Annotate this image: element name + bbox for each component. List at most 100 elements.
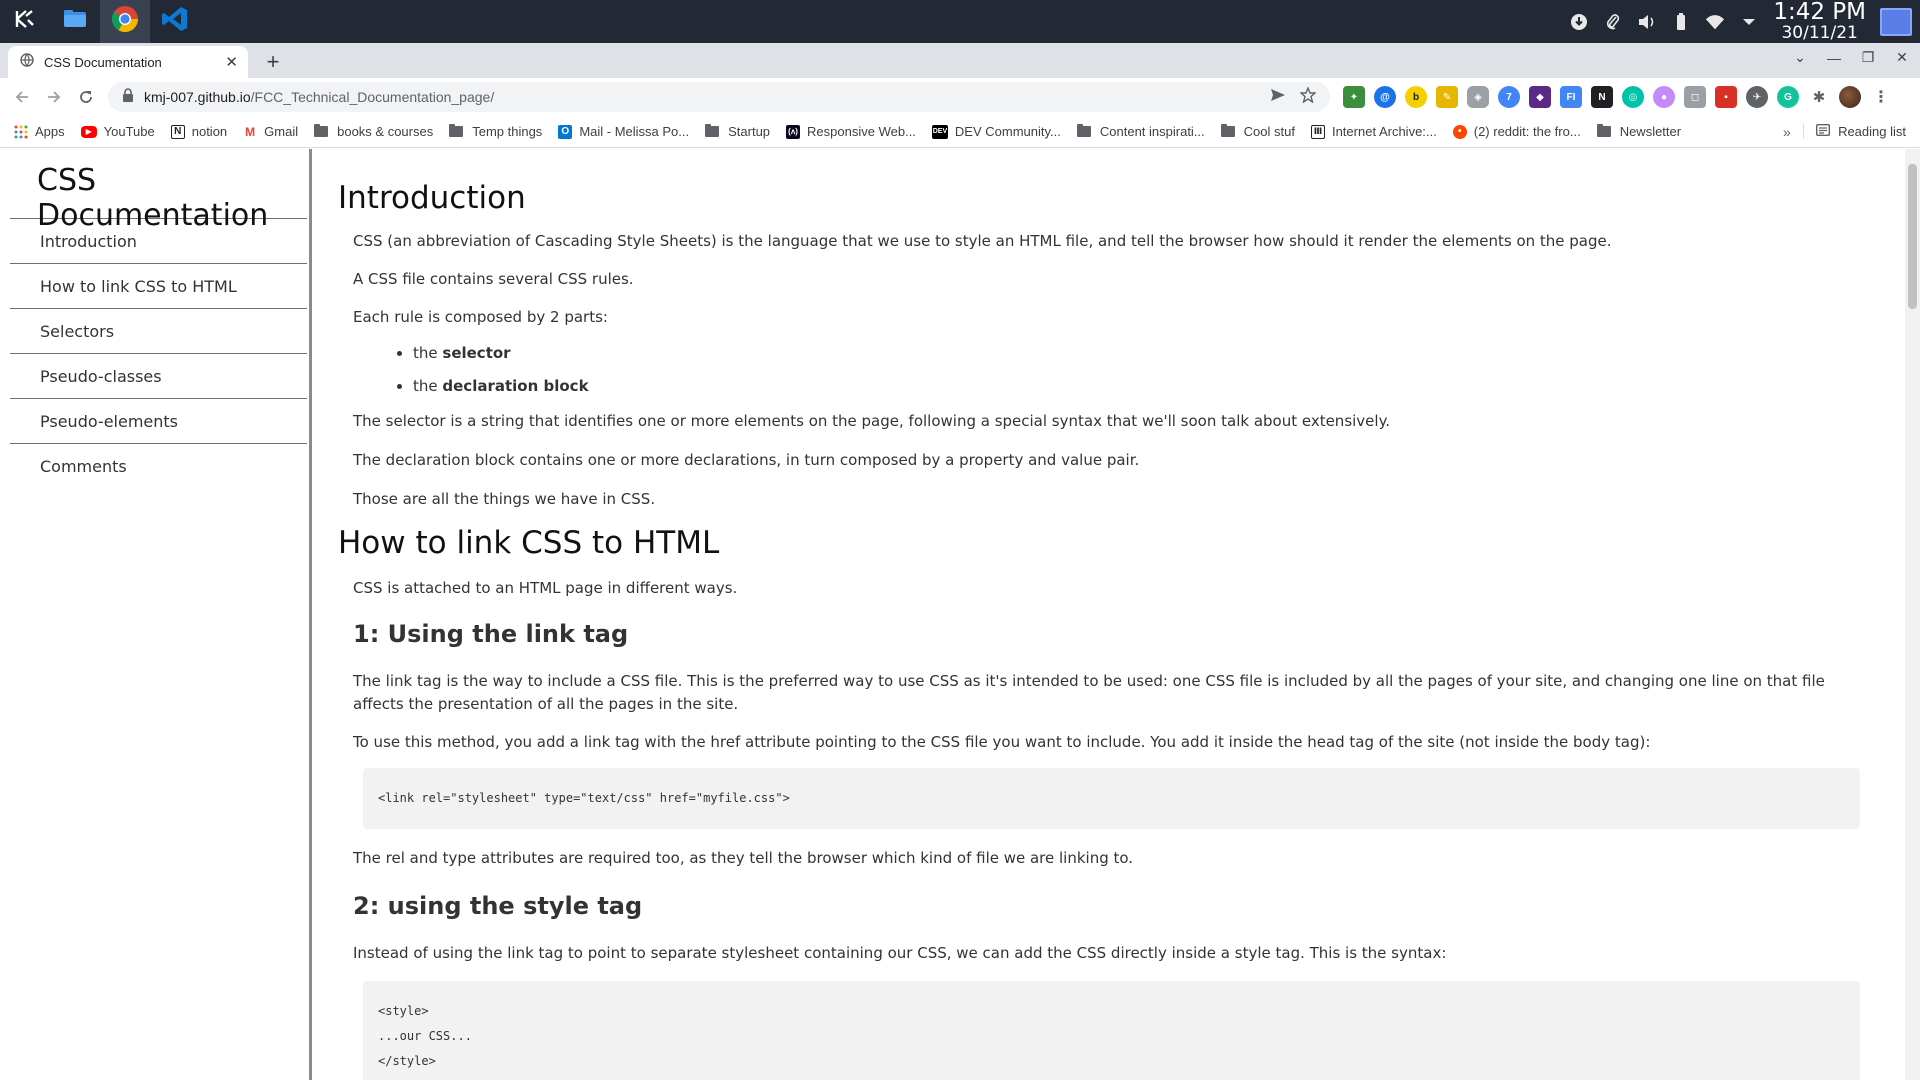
- address-bar[interactable]: kmj-007.github.io/FCC_Technical_Document…: [108, 82, 1330, 112]
- nav-sidebar: CSS Documentation Introduction How to li…: [0, 149, 312, 1080]
- bookmark-folder-cool[interactable]: Cool stuf: [1220, 124, 1295, 139]
- clock[interactable]: 1:42 PM 30/11/21: [1773, 1, 1866, 42]
- bookmark-reddit[interactable]: • (2) reddit: the fro...: [1452, 124, 1581, 139]
- reddit-icon: •: [1452, 124, 1467, 139]
- subsection-heading: 1: Using the link tag: [353, 620, 629, 648]
- bookmark-folder-newsletter[interactable]: Newsletter: [1596, 124, 1681, 139]
- globe-icon: [20, 52, 34, 72]
- menu-kebab-icon[interactable]: ⋮: [1870, 86, 1892, 108]
- kde-launcher-button[interactable]: [0, 0, 50, 43]
- new-tab-button[interactable]: +: [260, 49, 286, 75]
- bookmark-star-icon[interactable]: [1299, 86, 1317, 107]
- lock-icon[interactable]: [122, 87, 134, 107]
- file-manager-icon: [63, 9, 87, 34]
- notion-extension-icon[interactable]: N: [1591, 86, 1613, 108]
- profile-avatar[interactable]: [1839, 86, 1861, 108]
- nav-link-comments[interactable]: Comments: [10, 444, 307, 489]
- code-block: <link rel="stylesheet" type="text/css" h…: [363, 768, 1860, 829]
- bookmark-folder-temp[interactable]: Temp things: [449, 124, 542, 139]
- section-heading: How to link CSS to HTML: [338, 525, 720, 561]
- section-how-to-link: How to link CSS to HTML CSS is attached …: [338, 525, 1898, 1080]
- browser-tabstrip: CSS Documentation ✕ + ⌄ — ❐ ✕: [0, 43, 1920, 78]
- extension-fi-icon[interactable]: FI: [1560, 86, 1582, 108]
- section-introduction: Introduction CSS (an abbreviation of Cas…: [338, 180, 1898, 511]
- wifi-icon[interactable]: [1705, 12, 1725, 32]
- extension-teal-icon[interactable]: ◎: [1622, 86, 1644, 108]
- bookmark-apps[interactable]: Apps: [14, 124, 65, 139]
- send-icon[interactable]: [1270, 88, 1286, 106]
- puzzle-icon[interactable]: ✱: [1808, 86, 1830, 108]
- list-item: the declaration block: [413, 377, 1898, 395]
- restore-icon[interactable]: ❐: [1860, 49, 1876, 66]
- tab-css-documentation[interactable]: CSS Documentation ✕: [8, 46, 248, 78]
- vscode-taskbar-button[interactable]: [150, 0, 200, 43]
- battery-icon[interactable]: [1671, 12, 1691, 32]
- extension-gray-icon[interactable]: ◻: [1684, 86, 1706, 108]
- tab-title: CSS Documentation: [44, 54, 162, 70]
- extension-pen-icon[interactable]: ✎: [1436, 86, 1458, 108]
- nav-link-how-to-link[interactable]: How to link CSS to HTML: [10, 264, 307, 309]
- youtube-icon: ▶: [80, 125, 97, 138]
- bookmark-folder-startup[interactable]: Startup: [705, 124, 770, 139]
- nav-link-pseudo-classes[interactable]: Pseudo-classes: [10, 354, 307, 399]
- bookmark-fcc[interactable]: (ʌ) Responsive Web...: [786, 124, 916, 139]
- reading-list-button[interactable]: Reading list: [1803, 123, 1906, 139]
- bookmark-archive[interactable]: Ⅲ Internet Archive:...: [1310, 124, 1437, 139]
- close-tab-icon[interactable]: ✕: [225, 53, 238, 71]
- tray-expand-icon[interactable]: [1739, 12, 1759, 32]
- nav-link-pseudo-elements[interactable]: Pseudo-elements: [10, 399, 307, 444]
- tab-search-icon[interactable]: ⌄: [1792, 49, 1808, 66]
- volume-icon[interactable]: [1637, 12, 1657, 32]
- system-tray: 1:42 PM 30/11/21: [1569, 0, 1920, 43]
- extension-blue-circle-icon[interactable]: @: [1374, 86, 1396, 108]
- file-manager-button[interactable]: [50, 0, 100, 43]
- minimize-icon[interactable]: —: [1826, 50, 1842, 66]
- clock-time: 1:42 PM: [1773, 0, 1866, 25]
- bookmarks-overflow-button[interactable]: »: [1783, 124, 1791, 140]
- extension-green-icon[interactable]: ✦: [1343, 86, 1365, 108]
- folder-icon: [314, 124, 329, 137]
- paragraph: Each rule is composed by 2 parts:: [353, 308, 608, 326]
- forward-button[interactable]: [38, 81, 70, 113]
- bookmark-folder-books[interactable]: books & courses: [314, 124, 433, 139]
- extension-yellow-icon[interactable]: b: [1405, 86, 1427, 108]
- shield-icon[interactable]: ◈: [1467, 86, 1489, 108]
- back-button[interactable]: [6, 81, 38, 113]
- reload-button[interactable]: [70, 81, 102, 113]
- extension-bird-icon[interactable]: ✈: [1746, 86, 1768, 108]
- arrow-left-icon: [15, 91, 28, 103]
- extension-lilac-icon[interactable]: ●: [1653, 86, 1675, 108]
- subsection-heading: 2: using the style tag: [353, 892, 643, 920]
- extension-purple-icon[interactable]: ◆: [1529, 86, 1551, 108]
- page-scrollbar[interactable]: [1905, 149, 1920, 1080]
- folder-icon: [705, 124, 720, 137]
- fcc-icon: (ʌ): [786, 124, 801, 139]
- bookmark-notion[interactable]: Nnotion: [170, 124, 227, 139]
- paperclip-icon[interactable]: [1603, 12, 1623, 32]
- reload-icon: [80, 91, 92, 103]
- extension-red-icon[interactable]: ▪: [1715, 86, 1737, 108]
- paragraph: The rel and type attributes are required…: [353, 849, 1134, 867]
- bookmark-folder-content[interactable]: Content inspirati...: [1076, 124, 1205, 139]
- folder-icon: [449, 124, 464, 137]
- show-desktop-button[interactable]: [1880, 7, 1912, 36]
- paragraph: To use this method, you add a link tag w…: [353, 733, 1651, 751]
- list-item: the selector: [413, 344, 1898, 362]
- grammarly-icon[interactable]: G: [1777, 86, 1799, 108]
- close-window-icon[interactable]: ✕: [1894, 49, 1910, 66]
- paragraph: CSS (an abbreviation of Cascading Style …: [353, 232, 1612, 250]
- extension-timer-icon[interactable]: 7: [1498, 86, 1520, 108]
- nav-link-selectors[interactable]: Selectors: [10, 309, 307, 354]
- bookmark-dev[interactable]: DEV DEV Community...: [931, 124, 1061, 139]
- bookmark-mail[interactable]: O Mail - Melissa Po...: [558, 124, 689, 139]
- nav-title: CSS Documentation: [10, 149, 307, 233]
- download-icon[interactable]: [1569, 12, 1589, 32]
- bookmarks-bar: Apps ▶ YouTube Nnotion M Gmail books & cou…: [0, 116, 1920, 148]
- paragraph: The selector is a string that identifies…: [353, 412, 1391, 430]
- scrollbar-thumb[interactable]: [1908, 164, 1917, 309]
- desktop-taskbar: 1:42 PM 30/11/21: [0, 0, 1920, 43]
- bookmark-youtube[interactable]: ▶ YouTube: [80, 124, 155, 139]
- gmail-icon: M: [245, 124, 256, 139]
- bookmark-gmail[interactable]: M Gmail: [243, 124, 298, 139]
- chrome-taskbar-button[interactable]: [100, 0, 150, 43]
